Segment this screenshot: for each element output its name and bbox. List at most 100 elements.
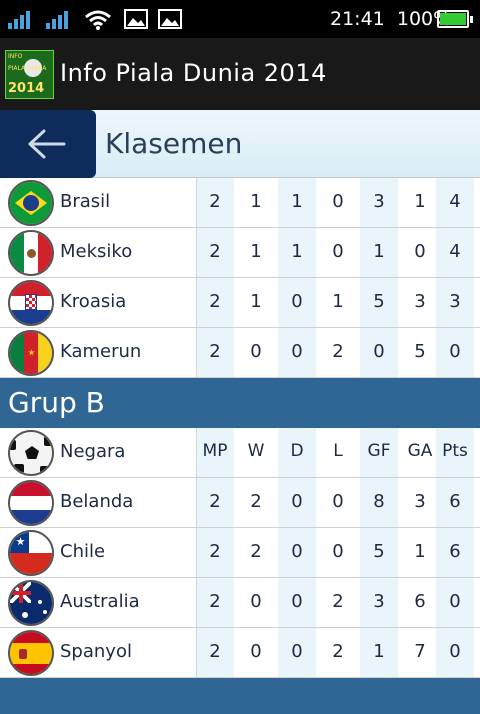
stat-d: 0 — [291, 591, 303, 612]
stat-w: 2 — [250, 491, 262, 512]
standings-table[interactable]: Brasil 2 1 1 0 3 1 4 Meksiko 2 1 1 0 1 0 4 Kroasia 2 1 0 1 5 3… — [0, 178, 480, 714]
status-bar: 21:41 100% — [0, 0, 480, 38]
team-name: Chile — [60, 541, 106, 562]
stat-l: 0 — [332, 191, 344, 212]
stat-d: 0 — [291, 641, 303, 662]
flag-chile-icon — [8, 530, 54, 576]
stat-pts: 0 — [449, 341, 461, 362]
stat-mp: 2 — [209, 541, 221, 562]
team-name: Australia — [60, 591, 140, 612]
stat-ga: 3 — [414, 491, 426, 512]
stat-pts: 4 — [449, 241, 461, 262]
flag-belanda-icon — [8, 480, 54, 526]
soccer-ball-icon — [8, 430, 54, 476]
stat-d: 1 — [291, 241, 303, 262]
stat-mp: 2 — [209, 291, 221, 312]
group-header-grup-b: Grup B — [0, 378, 480, 428]
stat-mp: 2 — [209, 641, 221, 662]
stat-gf: 1 — [373, 241, 385, 262]
stat-w: 1 — [250, 191, 262, 212]
stat-w: 0 — [250, 641, 262, 662]
stat-l: 2 — [332, 591, 344, 612]
column-header-mp: MP — [202, 441, 228, 461]
stat-l: 0 — [332, 491, 344, 512]
stat-gf: 5 — [373, 291, 385, 312]
logo-line-1: INFO — [8, 53, 23, 60]
stat-ga: 1 — [414, 191, 426, 212]
image-notification-icon — [124, 9, 148, 29]
stat-l: 0 — [332, 241, 344, 262]
stat-pts: 4 — [449, 191, 461, 212]
stat-l: 0 — [332, 541, 344, 562]
group-header-next — [0, 678, 480, 714]
flag-brasil-icon — [8, 180, 54, 226]
stat-pts: 3 — [449, 291, 461, 312]
stat-ga: 6 — [414, 591, 426, 612]
stat-mp: 2 — [209, 241, 221, 262]
stat-pts: 6 — [449, 541, 461, 562]
team-name: Belanda — [60, 491, 134, 512]
stat-d: 0 — [291, 541, 303, 562]
stat-l: 1 — [332, 291, 344, 312]
column-header-pts: Pts — [442, 441, 468, 461]
table-row-kamerun[interactable]: Kamerun 2 0 0 2 0 5 0 — [0, 328, 480, 378]
team-name: Brasil — [60, 191, 111, 212]
page-title: Klasemen — [105, 127, 243, 160]
stat-w: 1 — [250, 291, 262, 312]
stat-pts: 6 — [449, 491, 461, 512]
stat-d: 0 — [291, 491, 303, 512]
table-row-belanda[interactable]: Belanda 2 2 0 0 8 3 6 — [0, 478, 480, 528]
arrow-left-icon — [28, 129, 66, 159]
table-row-brasil[interactable]: Brasil 2 1 1 0 3 1 4 — [0, 178, 480, 228]
flag-kroasia-icon — [8, 280, 54, 326]
back-button[interactable] — [0, 110, 96, 178]
column-header-l: L — [333, 441, 343, 461]
stat-gf: 0 — [373, 341, 385, 362]
wifi-icon — [85, 10, 111, 30]
flag-australia-icon — [8, 580, 54, 626]
table-row-kroasia[interactable]: Kroasia 2 1 0 1 5 3 3 — [0, 278, 480, 328]
flag-spanyol-icon — [8, 630, 54, 676]
table-row-meksiko[interactable]: Meksiko 2 1 1 0 1 0 4 — [0, 228, 480, 278]
stat-ga: 1 — [414, 541, 426, 562]
stat-mp: 2 — [209, 191, 221, 212]
team-name: Kroasia — [60, 291, 127, 312]
team-name: Meksiko — [60, 241, 133, 262]
signal-2-icon — [46, 11, 68, 29]
column-header-d: D — [290, 441, 304, 461]
stat-gf: 3 — [373, 191, 385, 212]
stat-w: 1 — [250, 241, 262, 262]
table-row-australia[interactable]: Australia 2 0 0 2 3 6 0 — [0, 578, 480, 628]
stat-pts: 0 — [449, 641, 461, 662]
logo-line-2: PIALA DUNIA — [8, 65, 47, 72]
stat-l: 2 — [332, 341, 344, 362]
stat-gf: 8 — [373, 491, 385, 512]
logo-line-3: 2014 — [8, 81, 45, 96]
stat-l: 2 — [332, 641, 344, 662]
table-row-chile[interactable]: Chile 2 2 0 0 5 1 6 — [0, 528, 480, 578]
stat-w: 0 — [250, 341, 262, 362]
signal-icon — [8, 11, 30, 29]
stat-gf: 1 — [373, 641, 385, 662]
stat-gf: 5 — [373, 541, 385, 562]
stat-ga: 3 — [414, 291, 426, 312]
column-header-w: W — [247, 441, 265, 461]
flag-kamerun-icon — [8, 330, 54, 376]
team-name: Spanyol — [60, 641, 132, 662]
stat-d: 0 — [291, 341, 303, 362]
column-header-negara: Negara — [60, 441, 126, 462]
stat-mp: 2 — [209, 341, 221, 362]
status-time: 21:41 100% — [330, 8, 451, 30]
stat-mp: 2 — [209, 591, 221, 612]
stat-w: 2 — [250, 541, 262, 562]
stat-ga: 5 — [414, 341, 426, 362]
stat-ga: 7 — [414, 641, 426, 662]
stat-mp: 2 — [209, 491, 221, 512]
stat-ga: 0 — [414, 241, 426, 262]
gallery-notification-icon — [158, 9, 182, 29]
column-header-gf: GF — [367, 441, 391, 461]
stat-gf: 3 — [373, 591, 385, 612]
group-title: Grup B — [8, 386, 105, 419]
table-row-spanyol[interactable]: Spanyol 2 0 0 2 1 7 0 — [0, 628, 480, 678]
battery-icon — [437, 10, 473, 28]
